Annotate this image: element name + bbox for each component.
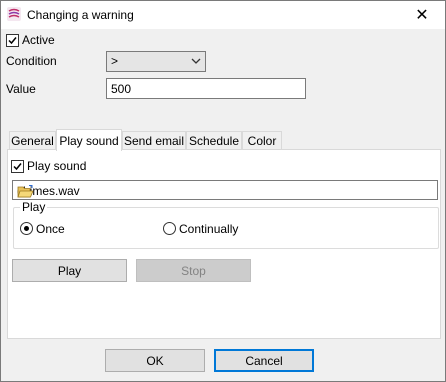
tab-schedule-label: Schedule — [188, 134, 240, 148]
radio-selected-dot — [24, 226, 29, 231]
tab-color[interactable]: Color — [242, 131, 282, 150]
cancel-button-label: Cancel — [245, 353, 283, 368]
play-group: Play Once Continually — [13, 200, 439, 249]
condition-value: > — [111, 54, 119, 68]
once-label: Once — [36, 222, 65, 236]
active-checkbox[interactable] — [6, 34, 19, 47]
dialog-window: Changing a warning ✕ Active Condition > … — [0, 0, 446, 382]
play-sound-label: Play sound — [27, 159, 87, 173]
value-input[interactable]: 500 — [106, 78, 306, 99]
active-label: Active — [22, 33, 55, 47]
play-sound-checkbox[interactable] — [11, 160, 24, 173]
continually-label: Continually — [179, 222, 239, 236]
close-icon: ✕ — [415, 7, 429, 24]
checkmark-icon — [13, 163, 22, 171]
continually-radio[interactable] — [163, 222, 176, 235]
sound-file-input[interactable]: chimes.wav — [12, 180, 438, 200]
close-button[interactable]: ✕ — [399, 1, 445, 29]
play-button-label: Play — [57, 263, 82, 278]
chevron-down-icon — [191, 58, 201, 64]
tab-send-email[interactable]: Send email — [122, 131, 186, 150]
checkmark-icon — [8, 37, 17, 45]
tab-general[interactable]: General — [9, 131, 56, 150]
ok-button[interactable]: OK — [105, 349, 205, 372]
value-label: Value — [6, 82, 36, 96]
tab-general-label: General — [11, 134, 54, 148]
title-bar: Changing a warning ✕ — [1, 1, 445, 29]
app-logo-icon — [7, 7, 21, 21]
condition-select[interactable]: > — [106, 51, 206, 72]
tab-schedule[interactable]: Schedule — [186, 131, 242, 150]
value-input-text: 500 — [111, 82, 132, 96]
stop-button-label: Stop — [181, 263, 206, 278]
tab-color-label: Color — [247, 134, 277, 148]
stop-button: Stop — [136, 259, 251, 282]
play-group-title: Play — [20, 200, 48, 214]
tab-play-sound-label: Play sound — [59, 133, 119, 148]
play-button[interactable]: Play — [12, 259, 127, 282]
play-sound-panel: Play sound chimes.wav Play Once Continua… — [7, 149, 441, 339]
cancel-button[interactable]: Cancel — [214, 349, 314, 372]
once-radio[interactable] — [20, 222, 33, 235]
ok-button-label: OK — [146, 353, 164, 368]
tab-send-email-label: Send email — [123, 134, 185, 148]
condition-label: Condition — [6, 54, 57, 68]
window-title: Changing a warning — [27, 8, 134, 22]
tab-play-sound[interactable]: Play sound — [56, 129, 122, 151]
open-folder-icon[interactable] — [17, 184, 34, 199]
